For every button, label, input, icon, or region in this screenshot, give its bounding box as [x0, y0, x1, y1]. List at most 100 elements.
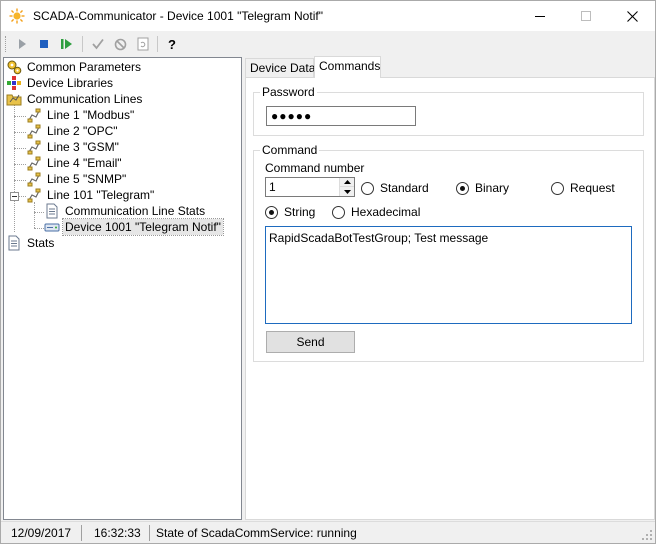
blocks-icon — [7, 76, 21, 90]
minimize-button[interactable] — [517, 1, 563, 31]
tree-guide — [34, 202, 35, 228]
tree-item-label: Common Parameters — [27, 60, 142, 74]
spin-down-button[interactable] — [340, 187, 354, 196]
radio-binary[interactable]: Binary — [456, 180, 509, 196]
cancel-icon — [114, 38, 126, 50]
tree-guide — [34, 228, 44, 229]
comm-line-icon — [27, 188, 41, 203]
commands-panel: Password ●●●●● Command Command number 1 — [245, 77, 655, 520]
toolbar-separator — [82, 36, 83, 52]
apply-button[interactable] — [88, 34, 108, 54]
toolbar-grip[interactable] — [5, 36, 8, 52]
command-text-area[interactable]: RapidScadaBotTestGroup; Test message — [265, 226, 632, 324]
refresh-icon — [137, 37, 149, 51]
tree-item-line-2[interactable]: Line 2 "OPC" — [26, 123, 120, 139]
app-sun-icon — [9, 8, 25, 24]
tree-item-line-1[interactable]: Line 1 "Modbus" — [26, 107, 136, 123]
navigation-tree[interactable]: Common Parameters Device Libraries Commu… — [3, 57, 242, 520]
command-number-stepper[interactable]: 1 — [265, 177, 355, 197]
close-button[interactable] — [609, 1, 655, 31]
comm-line-icon — [27, 172, 41, 187]
radio-binary-indicator — [456, 181, 469, 195]
tree-item-device-libraries[interactable]: Device Libraries — [6, 75, 115, 91]
tree-item-label: Line 5 "SNMP" — [47, 172, 127, 186]
tree-item-label: Device 1001 "Telegram Notif" — [62, 218, 224, 236]
command-group-title: Command — [260, 143, 320, 157]
device-icon — [44, 223, 60, 232]
restart-icon — [61, 39, 72, 49]
collapse-toggle[interactable] — [10, 192, 19, 201]
tree-item-line-3[interactable]: Line 3 "GSM" — [26, 139, 121, 155]
start-icon — [19, 39, 26, 49]
stop-button[interactable] — [34, 34, 54, 54]
radio-label: Binary — [475, 181, 510, 195]
password-group-title: Password — [260, 85, 317, 99]
command-number-label: Command number — [265, 161, 365, 175]
tree-item-line-stats[interactable]: Communication Line Stats — [44, 203, 207, 219]
tree-guide — [14, 102, 15, 232]
tree-item-label: Communication Line Stats — [65, 204, 206, 218]
radio-label: Standard — [380, 181, 429, 195]
radio-standard[interactable]: Standard — [361, 180, 429, 196]
status-service-state: State of ScadaCommService: running — [156, 526, 357, 540]
tree-item-label: Device Libraries — [27, 76, 114, 90]
tree-item-common-parameters[interactable]: Common Parameters — [6, 59, 143, 75]
start-button[interactable] — [12, 34, 32, 54]
tree-guide — [14, 164, 26, 165]
tree-item-label: Communication Lines — [27, 92, 143, 106]
password-group: Password ●●●●● — [253, 85, 644, 136]
tree-item-device-1001[interactable]: Device 1001 "Telegram Notif" — [44, 218, 224, 236]
radio-string-indicator — [265, 205, 278, 219]
maximize-icon — [581, 11, 591, 21]
refresh-button[interactable] — [133, 34, 153, 54]
help-icon: ? — [168, 36, 176, 52]
toolbar: ? — [1, 32, 655, 56]
tree-item-label: Line 101 "Telegram" — [47, 188, 155, 202]
cancel-button[interactable] — [110, 34, 130, 54]
tree-item-stats[interactable]: Stats — [6, 235, 56, 251]
command-number-value: 1 — [269, 180, 276, 194]
radio-hexadecimal-indicator — [332, 205, 345, 219]
tree-guide — [14, 180, 26, 181]
radio-label: Hexadecimal — [351, 205, 421, 219]
tree-guide — [14, 116, 26, 117]
check-icon — [92, 38, 104, 50]
tree-guide — [18, 196, 26, 197]
status-date: 12/09/2017 — [11, 526, 72, 540]
status-separator — [81, 525, 82, 541]
send-button[interactable]: Send — [266, 331, 355, 353]
radio-hexadecimal[interactable]: Hexadecimal — [332, 204, 420, 220]
tree-guide — [14, 132, 26, 133]
tree-item-label: Line 1 "Modbus" — [47, 108, 135, 122]
status-bar: 12/09/2017 16:32:33 State of ScadaCommSe… — [1, 521, 655, 543]
resize-grip-icon[interactable] — [641, 529, 653, 541]
tree-item-line-101[interactable]: Line 101 "Telegram" — [26, 187, 156, 203]
spin-up-icon — [343, 180, 351, 184]
tree-item-line-5[interactable]: Line 5 "SNMP" — [26, 171, 128, 187]
tree-guide — [34, 212, 44, 213]
command-group: Command Command number 1 Standard Binary… — [253, 143, 644, 362]
comm-line-icon — [27, 156, 41, 171]
spin-up-button[interactable] — [340, 178, 354, 187]
tree-item-label: Line 4 "Email" — [47, 156, 122, 170]
spin-down-icon — [343, 189, 351, 194]
maximize-button[interactable] — [563, 1, 609, 31]
minimize-icon — [535, 16, 545, 17]
tab-device-data[interactable]: Device Data — [245, 58, 315, 78]
radio-standard-indicator — [361, 181, 374, 195]
close-icon — [626, 10, 638, 22]
tree-item-communication-lines[interactable]: Communication Lines — [6, 91, 144, 107]
help-button[interactable]: ? — [162, 34, 182, 54]
radio-request[interactable]: Request — [551, 180, 615, 196]
gears-icon — [7, 60, 22, 75]
radio-string[interactable]: String — [265, 204, 315, 220]
tab-commands[interactable]: Commands — [314, 56, 381, 78]
restart-button[interactable] — [57, 34, 77, 54]
comm-line-icon — [27, 124, 41, 139]
password-input[interactable]: ●●●●● — [266, 106, 416, 126]
radio-label: Request — [570, 181, 615, 195]
status-time: 16:32:33 — [94, 526, 141, 540]
tree-item-line-4[interactable]: Line 4 "Email" — [26, 155, 124, 171]
lines-folder-icon — [6, 94, 22, 106]
tree-item-label: Line 3 "GSM" — [47, 140, 119, 154]
